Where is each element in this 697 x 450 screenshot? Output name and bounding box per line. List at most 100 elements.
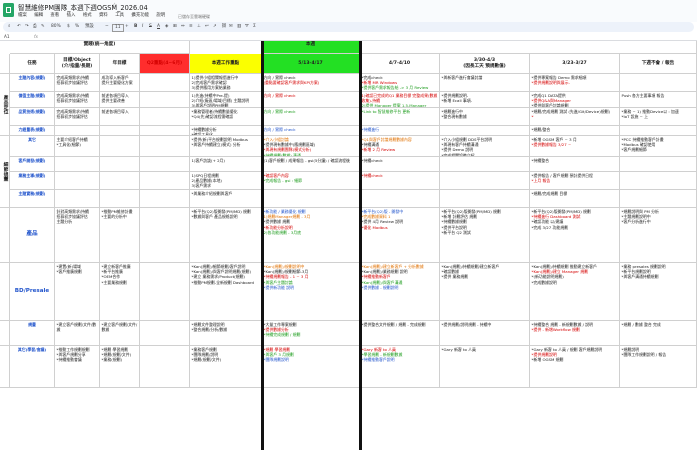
rotate-icon[interactable]: ↗ [213, 23, 217, 31]
cell-w4-0[interactable]: *提供專案報告 Demo 需求細項 *提供規劃說明與展示- [530, 74, 620, 92]
cell-goal-10[interactable]: *建立客戶規劃/文件/數據 [55, 321, 100, 346]
borders-icon[interactable]: ⊞ [173, 23, 177, 31]
cell-w3-7[interactable] [440, 190, 530, 208]
cell-goal-4[interactable]: 主要介紹客戶持續 *工具化(細節) [55, 136, 100, 157]
cell-goal-9[interactable]: *建置(新)場域 *客戶推廣規劃 [55, 263, 100, 321]
cell-w3-11[interactable]: *Gary 新客 to 人員 [440, 346, 530, 388]
cell-next-11[interactable]: *規劃說明 *團隊工作規劃說明 / 報告 [620, 346, 697, 388]
paint-format-icon[interactable]: ✎ [41, 23, 45, 31]
cell-q2-0[interactable] [140, 74, 190, 92]
cell-w3-8[interactable]: *新平台(Q2)版開發(PM/MD) 規劃 *新增 計劃評估 規劃 *持續數據規劃 *… [440, 208, 530, 263]
cell-goal-5[interactable] [55, 157, 100, 172]
cell-topic-2[interactable]: 品質技術(規劃) [10, 108, 55, 126]
cell-w4-10[interactable]: *持續整合 規劃 - 新規劃數據 / 說明 *提供 - 新增Workflow 規劃 [530, 321, 620, 346]
font-size-input[interactable]: 11 [112, 23, 124, 32]
cell-w2-9[interactable]: *Kan(規劃)/建立新客戶 + 分析數據 *Kan(規劃)/業務規劃 說明 *持續… [360, 263, 440, 321]
cell-target-2[interactable]: 前述各項目導入 [100, 108, 140, 126]
cell-q2-10[interactable] [140, 321, 190, 346]
name-box[interactable]: A1 [4, 33, 10, 40]
print-icon[interactable]: ⎙ [33, 23, 37, 31]
header-next[interactable]: 下週不會 / 報告 [620, 54, 697, 74]
cell-w2-11[interactable]: *Gary 新客 to 人員 *學習規劃 - 新規劃數據 *持續推動客戶說明 [360, 346, 440, 388]
redo-icon[interactable]: ↷ [25, 23, 29, 31]
cell-goal-0[interactable]: 完成高頻需求/持續 招募初步協議評估 [55, 74, 100, 92]
cell-w2-0[interactable]: *完成check *新增 MR Windows *提供客戶需求報告給 -> 3 月 … [360, 74, 440, 92]
currency-icon[interactable]: $ [67, 23, 70, 31]
zoom-select[interactable]: 80% [51, 23, 61, 31]
menu-format[interactable]: 格式 [83, 13, 92, 18]
cell-w1-0[interactable]: 方向 / 實際 check (重點要確認客戶需求與KPI方案) [262, 74, 360, 92]
sheets-logo-icon[interactable] [3, 3, 14, 17]
cell-topic-1[interactable]: 價值主題(規劃) [10, 92, 55, 108]
bold-icon[interactable]: B [134, 23, 137, 31]
cell-work-2[interactable]: *業務管理者/持續數量優化 *Q4(先)確認流程需確認 [190, 108, 262, 126]
cell-target-7[interactable] [100, 190, 140, 208]
cell-w2-4[interactable]: *Q1與客戶討論規劃數據內容 *持續溝通 *新增 2 月 Review [360, 136, 440, 157]
cell-goal-1[interactable]: 完成高頻需求/持續 招募初步協議評估 [55, 92, 100, 108]
current-week-band-cell[interactable]: 本週 [262, 41, 360, 54]
header-corner[interactable] [0, 54, 10, 74]
cell-w3-4[interactable]: *介入小組規劃 DDS平台說明 *與現有客戶持續溝通 *提供 Demo 說明 *完成相… [440, 136, 530, 157]
cell-goal-11[interactable]: *推動工作規劃規劃 *與客戶規劃分享 *持續推動會議 [55, 346, 100, 388]
cell-topic-6[interactable]: 業務主導(規劃) [10, 172, 55, 190]
row-spacer-11[interactable] [0, 346, 10, 388]
cell-w4-2[interactable]: *規劃/完成規劃 測試 (先進/Git/Device)規劃) * [530, 108, 620, 126]
cell-w3-1[interactable]: *提供規劃說明- *新增 Ecall 事項- [440, 92, 530, 108]
cell-work-8[interactable]: *新平台(Q2)版開發(PM/MD) 規劃 *數據與客戶 產品規格說明 [190, 208, 262, 263]
cell-w3-2[interactable]: *規劃進行中 *整合現有數據 [440, 108, 530, 126]
cell-goal-8[interactable]: 針對高頻需求/持續 招募初步協議評估 主題分析 [55, 208, 100, 263]
cell-w2-3[interactable]: *持續進行 [360, 126, 440, 136]
row-spacer-9[interactable] [0, 263, 10, 321]
cell-work-9[interactable]: *Kan(規劃)/細節規劃/客戶說明 *Kan(規劃)/與客戶說明規劃(規劃) *建… [190, 263, 262, 321]
cell-w4-6[interactable]: *提供報告 / 客戶規劃 預計提供日程 *上月 報告 [530, 172, 620, 190]
cell-next-6[interactable] [620, 172, 697, 190]
cell-w4-1[interactable]: *完成Q1 DATA提供 *提供Q&A與Manager *提供與客戶討論規劃 [530, 92, 620, 108]
cell-goal-2[interactable]: 完成高頻需求/持續 招募初步協議評估 [55, 108, 100, 126]
cell-w4-4[interactable]: *新增 OGSM 客戶 ~ 3 月 *提供數據報告 3/27 ~ [530, 136, 620, 157]
cell-target-6[interactable] [100, 172, 140, 190]
header-goal[interactable]: 目標/Object (介/指量/長期) [55, 54, 100, 74]
cell-q2-3[interactable] [140, 126, 190, 136]
cell-target-8[interactable]: *推動PM維修計畫 *主要的分析中 [100, 208, 140, 263]
cell-target-9[interactable]: *建立新客戶推廣 *新平台推廣 *OEM合作 *主要業務規劃 [100, 263, 140, 321]
cell-goal-6[interactable] [55, 172, 100, 190]
text-color-icon[interactable]: A [157, 23, 160, 31]
cell-q2-1[interactable] [140, 92, 190, 108]
header-topic[interactable]: 任務 [10, 54, 55, 74]
font-size-minus-icon[interactable]: − [105, 23, 109, 31]
cell-topic-0[interactable]: 主題內容(規劃) [10, 74, 55, 92]
title-band-cell[interactable]: 實踐(統一角度) [10, 41, 190, 54]
cell-w2-5[interactable]: *持續check [360, 157, 440, 172]
cell-topic-7[interactable]: 主題實務(規劃) [10, 190, 55, 208]
cell-work-4[interactable]: *提供(新)平台規劃說明 Modbus *與客戶持續建立(模式) 分析 [190, 136, 262, 157]
document-title[interactable]: 智慧維修PM團隊_本週下週OGSM_2026.04 [18, 2, 148, 12]
cell-w1-1[interactable]: 方向 / 實際 check [262, 92, 360, 108]
chart-icon[interactable]: ▥ [237, 23, 241, 31]
cell-q2-4[interactable] [140, 136, 190, 157]
menu-data[interactable]: 資料 [99, 13, 108, 18]
cell-w4-5[interactable]: *持續整合 [530, 157, 620, 172]
valign-icon[interactable]: ⊥ [197, 23, 201, 31]
cell-target-5[interactable] [100, 157, 140, 172]
cell-w1-7[interactable] [262, 190, 360, 208]
undo-icon[interactable]: ↶ [17, 23, 21, 31]
cell-next-1[interactable]: Push 各方主要事項 報告 [620, 92, 697, 108]
cell-next-3[interactable] [620, 126, 697, 136]
cell-w1-11[interactable]: *規劃 學習規劃 *與客戶 3 月規劃 *團隊規劃說明 [262, 346, 360, 388]
cell-q2-11[interactable] [140, 346, 190, 388]
cell-next-9[interactable]: *業務 presales 規劃說明 *新平台規劃說明 *與客戶溝通持續規劃 [620, 263, 697, 321]
menu-file[interactable]: 檔案 [18, 13, 27, 18]
functions-icon[interactable]: Σ [253, 23, 256, 31]
cell-w3-3[interactable] [440, 126, 530, 136]
cell-work-7[interactable]: *與業務介紹規劃與客戶 [190, 190, 262, 208]
cell-w4-7[interactable]: *規劃/完成規劃 目標 [530, 190, 620, 208]
cell-w4-8[interactable]: *新平台(Q2)版開發(PM/MD) 規劃 *持續進行 Dashboard 測試 *… [530, 208, 620, 263]
cell-target-4[interactable] [100, 136, 140, 157]
cell-topic-11[interactable]: 其它(學習/會議) [10, 346, 55, 388]
cell-w1-10[interactable]: *大量工作專案規劃 *提供數據分析 *持續完成規劃 / 規劃 [262, 321, 360, 346]
cell-w2-2[interactable]: *Link to 智慧維修平台 更新 [360, 108, 440, 126]
fill-color-icon[interactable]: ◈ [165, 23, 168, 31]
cell-topic-4[interactable]: 其它 [10, 136, 55, 157]
cell-next-8[interactable]: *規劃說明與 PM 分析 *主題規劃說明中 *客戶分析進行中 [620, 208, 697, 263]
cell-work-6[interactable]: 1)SPQ日程規劃 2)產品數據(本地) 3)客戶需求 [190, 172, 262, 190]
